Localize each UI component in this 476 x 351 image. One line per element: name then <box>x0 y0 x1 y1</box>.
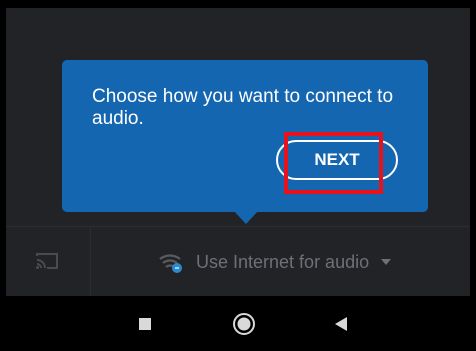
android-nav-bar <box>0 296 476 351</box>
audio-option-dropdown[interactable]: Use Internet for audio <box>158 244 392 280</box>
tooltip-message: Choose how you want to connect to audio. <box>92 86 394 129</box>
cast-icon[interactable] <box>34 251 60 271</box>
audio-connect-tooltip: Choose how you want to connect to audio.… <box>62 60 428 212</box>
wifi-audio-icon <box>159 254 182 273</box>
circle-icon[interactable] <box>232 312 256 336</box>
tooltip-pointer <box>233 210 259 224</box>
divider <box>90 227 91 296</box>
audio-option-label: Use Internet for audio <box>196 251 370 272</box>
next-button[interactable]: NEXT <box>276 140 398 180</box>
divider <box>6 226 470 227</box>
square-icon[interactable] <box>138 317 152 331</box>
screen: Use Internet for audio Choose how you wa… <box>0 0 476 351</box>
triangle-back-icon[interactable] <box>334 316 348 332</box>
chevron-down-icon <box>381 259 392 265</box>
